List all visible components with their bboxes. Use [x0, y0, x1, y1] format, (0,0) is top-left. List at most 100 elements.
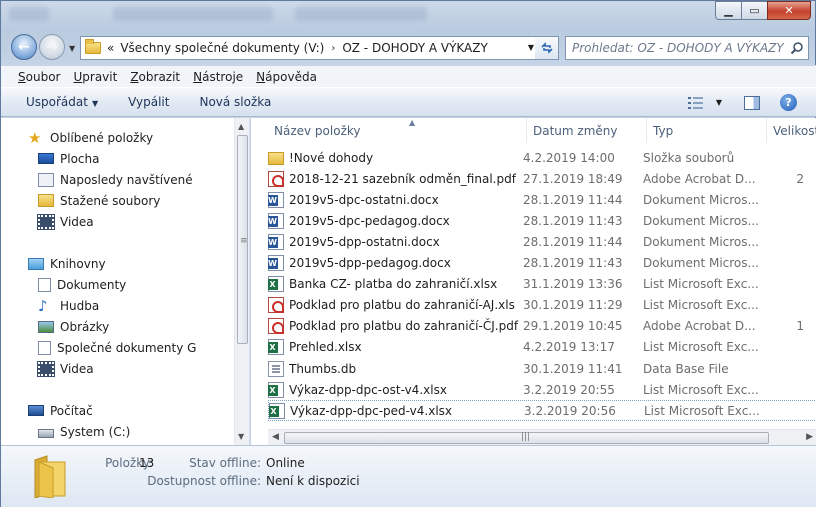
file-name: Výkaz-dpp-dpc-ost-v4.xlsx	[289, 382, 447, 397]
blurred-title-segment	[295, 7, 427, 21]
address-bar[interactable]: « Všechny společné dokumenty (V:) › OZ -…	[80, 36, 559, 60]
nav-item-videos[interactable]: Videa	[37, 211, 94, 232]
help-icon[interactable]: ?	[780, 94, 797, 111]
file-date-cell: 29.1.2019 10:45	[523, 319, 623, 334]
minimize-button[interactable]: ▁	[715, 1, 742, 20]
nav-libraries-header[interactable]: Knihovny	[28, 253, 106, 274]
libraries-icon	[28, 257, 44, 270]
excel-spreadsheet-icon	[268, 339, 284, 356]
nav-item-downloads[interactable]: Stažené soubory	[38, 190, 160, 211]
menu-tools[interactable]: Nástroje	[193, 70, 243, 84]
close-button[interactable]: ✕	[767, 1, 811, 20]
pictures-icon	[38, 320, 54, 333]
file-row[interactable]: Thumbs.db 30.1.2019 11:41 Data Base File	[268, 358, 816, 379]
view-dropdown-chevron-icon[interactable]: ▼	[716, 98, 722, 107]
address-overflow-chevron[interactable]: «	[107, 41, 114, 55]
file-list-horizontal-scrollbar[interactable]: ◀ ||| ▶	[268, 429, 816, 445]
nav-item-library-videos[interactable]: Videa	[37, 358, 94, 379]
file-type-cell: Složka souborů	[643, 150, 735, 165]
address-dropdown-icon[interactable]: ▼	[528, 43, 534, 52]
nav-item-pictures[interactable]: Obrázky	[38, 316, 109, 337]
file-row[interactable]: Výkaz-dpp-dpc-ped-v4.xlsx 3.2.2019 20:56 L…	[268, 400, 816, 422]
file-row[interactable]: 2018-12-21 sazebník odměn_final.pdf 27.1.…	[268, 168, 816, 189]
file-type-cell: Dokument Micros...	[643, 192, 759, 207]
preview-pane-icon[interactable]	[744, 95, 760, 110]
nav-favorites-header[interactable]: ★ Oblíbené položky	[28, 127, 153, 148]
nav-item-system-drive[interactable]: System (C:)	[38, 421, 130, 442]
column-header-size[interactable]: Velikost	[767, 118, 816, 143]
file-date-cell: 30.1.2019 11:29	[523, 298, 623, 313]
scrollbar-thumb[interactable]: ≡	[237, 135, 248, 344]
nav-item-recent[interactable]: Naposledy navštívené	[38, 169, 193, 190]
address-separator[interactable]: ›	[331, 43, 335, 54]
search-box[interactable]: Prohledat: OZ - DOHODY A VÝKAZY	[565, 36, 809, 60]
burn-button[interactable]: Vypálit	[128, 95, 169, 109]
scroll-down-icon[interactable]: ▼	[238, 432, 244, 441]
search-icon[interactable]	[790, 41, 804, 55]
documents-icon	[38, 277, 51, 292]
file-row[interactable]: Podklad pro platbu do zahraničí-ČJ.pdf 29…	[268, 316, 816, 337]
menu-edit[interactable]: Upravit	[73, 70, 117, 84]
column-header-date[interactable]: Datum změny	[527, 118, 647, 143]
refresh-button[interactable]	[535, 36, 559, 60]
column-header-type[interactable]: Typ	[647, 118, 767, 143]
nav-item-documents[interactable]: Dokumenty	[38, 274, 126, 295]
arrow-right-icon: →	[46, 39, 58, 55]
file-row[interactable]: 2019v5-dpp-ostatni.docx 28.1.2019 11:44 Do…	[268, 231, 816, 252]
nav-pane-scrollbar[interactable]: ▲ ≡ ▼	[234, 118, 249, 445]
database-file-icon	[268, 360, 284, 377]
scroll-left-icon[interactable]: ◀	[272, 432, 279, 442]
file-name: 2019v5-dpp-ostatni.docx	[289, 234, 440, 249]
file-type-cell: Dokument Micros...	[643, 213, 759, 228]
file-row[interactable]: 2019v5-dpp-pedagog.docx 28.1.2019 11:43 Do…	[268, 253, 816, 274]
back-button[interactable]: ←	[11, 34, 37, 60]
word-document-icon	[268, 212, 284, 229]
file-name-cell: 2018-12-21 sazebník odměn_final.pdf	[268, 170, 523, 187]
view-options-icon[interactable]	[687, 96, 704, 109]
scroll-up-icon[interactable]: ▲	[238, 122, 244, 131]
offline-status-label: Stav offline:	[189, 456, 261, 470]
file-row[interactable]: 2019v5-dpc-ostatni.docx 28.1.2019 11:44 Do…	[268, 189, 816, 210]
file-name-cell: 2019v5-dpc-ostatni.docx	[268, 191, 523, 208]
word-document-icon	[268, 233, 284, 250]
explorer-window: ▁ ▭ ✕ ← → ▼ « Všechny společné dokumenty…	[0, 0, 816, 507]
scrollbar-thumb[interactable]: |||	[284, 432, 769, 444]
file-name: Prehled.xlsx	[289, 340, 362, 355]
column-headers: Název položky ▲ Datum změny Typ Velikost	[251, 118, 816, 143]
nav-item-music[interactable]: ♪ Hudba	[38, 295, 99, 316]
menu-help[interactable]: Nápověda	[256, 70, 317, 84]
file-size-cell: 1	[796, 319, 804, 334]
forward-button[interactable]: →	[39, 34, 65, 60]
film-icon	[37, 213, 55, 230]
column-header-name[interactable]: Název položky ▲	[268, 118, 527, 143]
menu-view[interactable]: Zobrazit	[130, 70, 180, 84]
title-bar[interactable]: ▁ ▭ ✕	[1, 1, 816, 31]
file-row[interactable]: !Nové dohody 4.2.2019 14:00 Složka souborů	[268, 147, 816, 168]
file-row[interactable]: 2019v5-dpc-pedagog.docx 28.1.2019 11:43 Do…	[268, 210, 816, 231]
search-placeholder[interactable]: Prohledat: OZ - DOHODY A VÝKAZY	[572, 41, 784, 55]
file-date-cell: 28.1.2019 11:43	[523, 213, 623, 228]
nav-item-desktop[interactable]: Plocha	[38, 148, 99, 169]
scroll-right-icon[interactable]: ▶	[806, 432, 813, 442]
blurred-title-segment	[113, 7, 273, 21]
address-segment-folder[interactable]: OZ - DOHODY A VÝKAZY	[342, 41, 488, 55]
maximize-button[interactable]: ▭	[741, 1, 768, 20]
file-name-cell: Výkaz-dpp-dpc-ost-v4.xlsx	[268, 381, 523, 398]
organize-button[interactable]: Uspořádat ▼	[26, 95, 98, 109]
menu-file[interactable]: Soubor	[18, 70, 60, 84]
recent-pages-dropdown[interactable]: ▼	[69, 44, 75, 53]
file-row[interactable]: Podklad pro platbu do zahraničí-AJ.xls 30…	[268, 295, 816, 316]
file-date-cell: 4.2.2019 14:00	[523, 150, 615, 165]
items-count-value: 13	[139, 456, 155, 470]
nav-item-shared-documents[interactable]: Společné dokumenty G	[38, 337, 196, 358]
file-row[interactable]: Výkaz-dpp-dpc-ost-v4.xlsx 3.2.2019 20:55 L…	[268, 379, 816, 400]
nav-computer-header[interactable]: Počítač	[28, 400, 93, 421]
file-type-cell: List Microsoft Exc...	[643, 277, 759, 292]
file-row[interactable]: Prehled.xlsx 4.2.2019 13:17 List Microsoft…	[268, 337, 816, 358]
file-row[interactable]: Banka CZ- platba do zahraničí.xlsx 31.1.2…	[268, 274, 816, 295]
new-folder-button[interactable]: Nová složka	[199, 95, 271, 109]
address-segment-drive[interactable]: Všechny společné dokumenty (V:)	[120, 41, 324, 55]
navigation-pane: ★ Oblíbené položky Plocha Naposledy navš…	[1, 118, 250, 445]
file-name-cell: Podklad pro platbu do zahraničí-ČJ.pdf	[268, 318, 523, 335]
file-name-cell: Podklad pro platbu do zahraničí-AJ.xls	[268, 297, 523, 314]
